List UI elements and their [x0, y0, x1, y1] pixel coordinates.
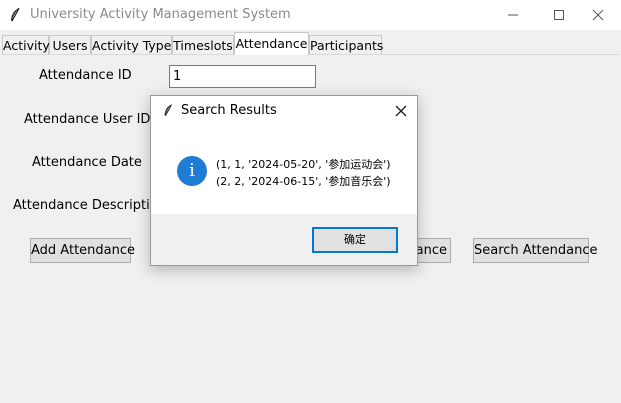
dialog-title-bar: Search Results — [151, 96, 417, 126]
ok-button[interactable]: 确定 — [312, 227, 398, 253]
attendance-user-id-label: Attendance User ID — [24, 112, 151, 127]
title-bar: University Activity Management System — [0, 0, 621, 30]
info-icon: i — [177, 156, 207, 186]
dialog-body: i (1, 1, '2024-05-20', '参加运动会') (2, 2, '… — [151, 126, 417, 214]
result-line: (2, 2, '2024-06-15', '参加音乐会') — [216, 175, 391, 188]
tab-timeslots[interactable]: Timeslots — [172, 35, 234, 54]
dialog-title: Search Results — [181, 103, 277, 118]
close-icon — [592, 9, 604, 21]
search-results-dialog: Search Results i (1, 1, '2024-05-20', '参… — [150, 95, 418, 266]
window-title: University Activity Management System — [30, 7, 291, 22]
search-attendance-button[interactable]: Search Attendance — [473, 238, 598, 263]
minimize-icon — [508, 14, 518, 16]
tab-activity-type[interactable]: Activity Type — [91, 35, 172, 54]
feather-app-icon — [11, 7, 20, 22]
result-line: (1, 1, '2024-05-20', '参加运动会') — [216, 158, 391, 171]
attendance-id-input[interactable]: 1 — [169, 65, 316, 88]
minimize-button[interactable] — [490, 0, 536, 30]
maximize-icon — [554, 10, 564, 20]
attendance-date-label: Attendance Date — [32, 155, 142, 170]
tab-activity[interactable]: Activity — [2, 35, 50, 54]
tab-users[interactable]: Users — [49, 35, 91, 54]
attendance-id-label: Attendance ID — [39, 68, 132, 83]
feather-app-icon — [164, 104, 172, 116]
close-window-button[interactable] — [575, 0, 621, 30]
attendance-description-label: Attendance Description — [13, 198, 166, 213]
add-attendance-button[interactable]: Add Attendance — [30, 238, 135, 263]
tab-participants[interactable]: Participants — [309, 35, 383, 54]
dialog-close-icon[interactable] — [395, 105, 407, 117]
tab-attendance[interactable]: Attendance — [234, 32, 309, 55]
